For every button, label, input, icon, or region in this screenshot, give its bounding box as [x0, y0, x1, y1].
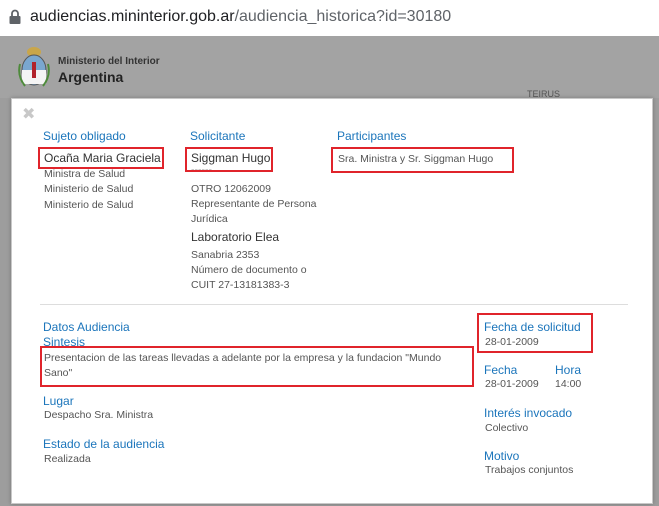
coat-of-arms-icon — [18, 47, 50, 87]
section-divider — [40, 304, 628, 305]
browser-url-bar[interactable]: audiencias.mininterior.gob.ar/audiencia_… — [0, 0, 659, 37]
estado-value: Realizada — [44, 453, 91, 465]
solicitante-line-3: Jurídica — [191, 213, 228, 225]
fecha-label: Fecha — [484, 363, 518, 377]
highlight-box-solicitante — [185, 147, 273, 172]
url-domain: audiencias.mininterior.gob.ar — [30, 8, 235, 25]
motivo-label: Motivo — [484, 449, 520, 463]
estado-label: Estado de la audiencia — [43, 437, 165, 451]
lugar-label: Lugar — [43, 394, 74, 408]
motivo-value: Trabajos conjuntos — [485, 464, 574, 476]
solicitante-company: Laboratorio Elea — [191, 230, 280, 244]
lugar-value: Despacho Sra. Ministra — [44, 409, 154, 421]
solicitante-doc-label: Número de documento o — [191, 264, 307, 276]
fecha-value: 28-01-2009 — [485, 378, 539, 390]
solicitante-line-1: OTRO 12062009 — [191, 183, 271, 195]
url-text[interactable]: audiencias.mininterior.gob.ar/audiencia_… — [30, 8, 451, 26]
interes-label: Interés invocado — [484, 406, 573, 420]
participantes-header: Participantes — [337, 129, 407, 143]
hora-value: 14:00 — [555, 378, 582, 390]
site-org-name: Ministerio del Interior — [58, 56, 160, 67]
site-country-name: Argentina — [58, 69, 124, 85]
solicitante-header: Solicitante — [190, 129, 246, 143]
solicitante-line-2: Representante de Persona — [191, 198, 317, 210]
solicitante-address: Sanabria 2353 — [191, 249, 260, 261]
site-header — [0, 36, 659, 98]
highlight-box-fecha-solicitud — [477, 313, 593, 353]
highlight-box-sujeto — [38, 147, 164, 169]
lock-icon — [9, 9, 21, 24]
interes-value: Colectivo — [485, 422, 529, 434]
datos-header: Datos Audiencia — [43, 320, 130, 334]
sujeto-line-3: Ministerio de Salud — [44, 199, 134, 211]
solicitante-cuit: CUIT 27-13181383-3 — [191, 279, 290, 291]
url-path: /audiencia_historica?id=30180 — [234, 8, 452, 25]
sujeto-line-1: Ministra de Salud — [44, 168, 126, 180]
highlight-box-sintesis — [40, 346, 474, 387]
highlight-box-participantes — [331, 147, 514, 173]
sujeto-line-2: Ministerio de Salud — [44, 183, 134, 195]
close-icon[interactable]: ✖ — [22, 107, 35, 123]
sujeto-header: Sujeto obligado — [43, 129, 126, 143]
hora-label: Hora — [555, 363, 582, 377]
